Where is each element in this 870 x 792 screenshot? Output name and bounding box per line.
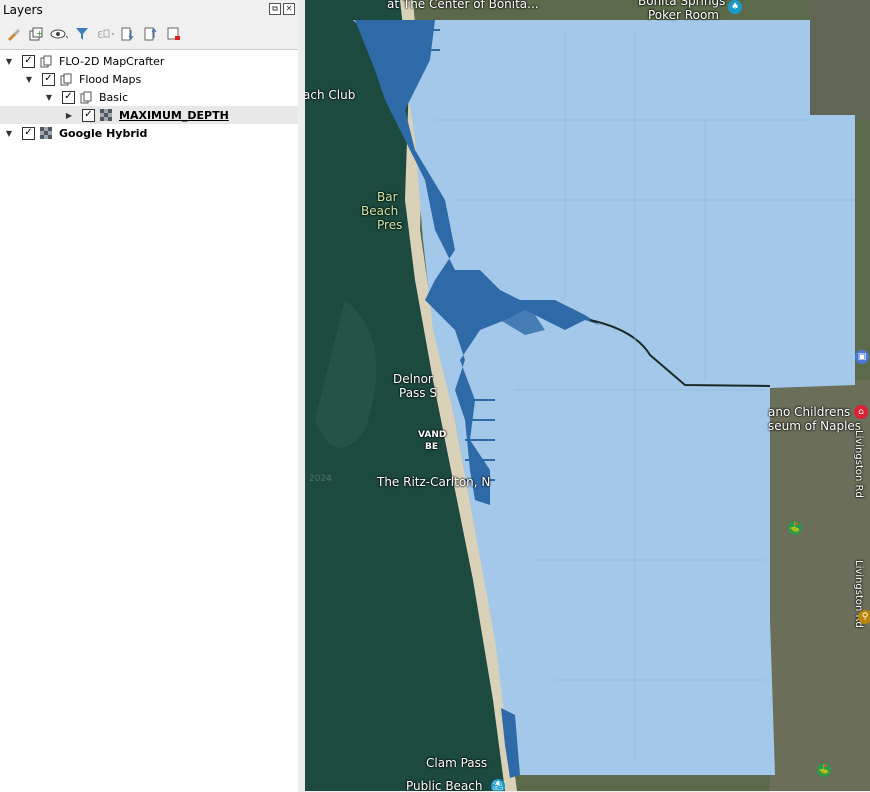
map-label: ach Club bbox=[305, 88, 356, 102]
layer-checkbox[interactable]: ✓ bbox=[22, 126, 35, 140]
map-label: seum of Naples bbox=[768, 419, 862, 433]
map-label: Clam Pass bbox=[426, 756, 488, 770]
layer-row-basic[interactable]: ▼ ✓ Basic bbox=[0, 88, 342, 106]
beach-marker-icon[interactable]: ⛱ bbox=[491, 779, 505, 791]
eye-icon[interactable] bbox=[50, 25, 68, 43]
food-marker-icon[interactable]: ⚲ bbox=[858, 610, 870, 624]
map-label: BE bbox=[425, 442, 439, 452]
museum-marker-icon[interactable]: ⌂ bbox=[854, 405, 868, 419]
layer-checkbox[interactable]: ✓ bbox=[42, 72, 55, 86]
map-label: Beach bbox=[361, 204, 399, 218]
close-panel-button[interactable]: ✕ bbox=[283, 3, 295, 15]
raster-icon bbox=[40, 126, 52, 139]
urban-land bbox=[810, 0, 870, 120]
map-label: Delnor bbox=[393, 372, 433, 386]
map-label: The Ritz-Carlton, N bbox=[377, 475, 491, 489]
collapse-arrow-icon[interactable]: ▼ bbox=[4, 57, 14, 66]
add-group-icon[interactable]: + bbox=[27, 25, 45, 43]
remove-layer-icon[interactable] bbox=[165, 25, 183, 43]
golf-marker-icon[interactable]: ⛳ bbox=[817, 763, 831, 777]
expand-all-icon[interactable] bbox=[119, 25, 137, 43]
layer-label: Google Hybrid bbox=[59, 126, 148, 140]
shopping-marker-icon[interactable]: ▣ bbox=[855, 350, 869, 364]
map-label: Bar bbox=[377, 190, 398, 204]
layer-row-google-hybrid[interactable]: ▼ ✓ Google Hybrid bbox=[0, 124, 302, 142]
raster-icon bbox=[100, 108, 112, 121]
layers-toolbar: + ε bbox=[4, 24, 183, 44]
map-label: at The Center of Bonita... bbox=[387, 0, 539, 11]
layer-row-flood-maps[interactable]: ▼ ✓ Flood Maps bbox=[0, 70, 322, 88]
collapse-all-icon[interactable] bbox=[142, 25, 160, 43]
style-brush-icon[interactable] bbox=[4, 25, 22, 43]
group-icon bbox=[80, 91, 92, 103]
collapse-arrow-icon[interactable]: ▼ bbox=[44, 93, 54, 102]
group-icon bbox=[60, 73, 72, 85]
map-label: ano Childrens bbox=[768, 405, 851, 419]
panel-title-buttons: ⧉ ✕ bbox=[269, 3, 295, 15]
layer-checkbox[interactable]: ✓ bbox=[22, 54, 35, 68]
layer-checkbox[interactable]: ✓ bbox=[62, 90, 75, 104]
layer-label: Flood Maps bbox=[79, 72, 142, 86]
collapse-arrow-icon[interactable]: ▼ bbox=[24, 75, 34, 84]
filter-icon[interactable] bbox=[73, 25, 91, 43]
imagery-year: 2024 bbox=[309, 474, 332, 484]
panel-title: Layers bbox=[3, 3, 43, 17]
layers-panel: Layers ⧉ ✕ + ε ▼ ✓ FLO-2D MapCrafter ▼ ✓… bbox=[0, 0, 300, 792]
filter-expression-icon[interactable]: ε bbox=[96, 25, 114, 43]
svg-text:+: + bbox=[36, 29, 43, 38]
casino-marker-icon[interactable]: ♠ bbox=[728, 0, 742, 14]
golf-marker-icon[interactable]: ⛳ bbox=[788, 521, 802, 535]
map-label: Bonita Springs bbox=[638, 0, 726, 8]
float-panel-button[interactable]: ⧉ bbox=[269, 3, 281, 15]
svg-text:ε: ε bbox=[97, 27, 104, 41]
layer-label: FLO-2D MapCrafter bbox=[59, 54, 165, 68]
map-label: Pass S bbox=[399, 386, 437, 400]
layer-row-flo2d[interactable]: ▼ ✓ FLO-2D MapCrafter bbox=[0, 52, 302, 70]
layer-checkbox[interactable]: ✓ bbox=[82, 108, 95, 122]
map-label: Poker Room bbox=[648, 8, 719, 22]
expand-arrow-icon[interactable]: ▶ bbox=[64, 111, 74, 120]
layer-label: MAXIMUM_DEPTH bbox=[119, 108, 229, 122]
group-icon bbox=[40, 55, 52, 67]
map-label: Livingston Rd bbox=[853, 430, 864, 498]
map-label: Public Beach bbox=[406, 779, 483, 791]
map-drawing bbox=[305, 0, 870, 791]
layer-row-maximum-depth[interactable]: ▶ ✓ MAXIMUM_DEPTH bbox=[0, 106, 298, 124]
map-canvas[interactable]: at The Center of Bonita... Bonita Spring… bbox=[305, 0, 870, 791]
layer-label: Basic bbox=[99, 90, 129, 104]
map-label: Pres bbox=[377, 218, 403, 232]
map-label: VAND bbox=[418, 430, 447, 440]
layer-tree: ▼ ✓ FLO-2D MapCrafter ▼ ✓ Flood Maps ▼ ✓… bbox=[0, 49, 298, 792]
collapse-arrow-icon[interactable]: ▼ bbox=[4, 129, 14, 138]
